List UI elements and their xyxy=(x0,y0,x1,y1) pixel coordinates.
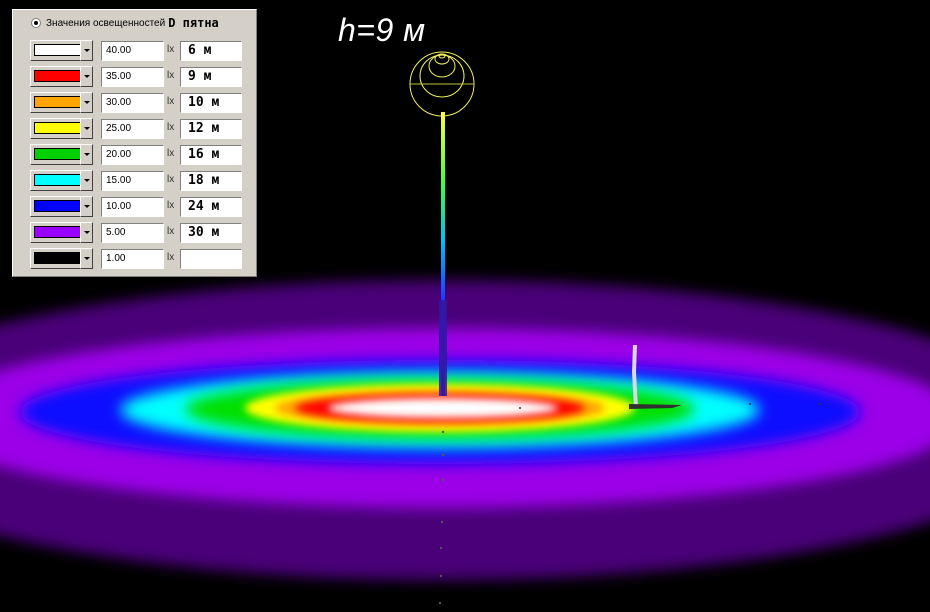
color-dropdown-button[interactable] xyxy=(80,248,93,269)
spot-diameter-field[interactable] xyxy=(180,249,242,269)
color-dropdown-button[interactable] xyxy=(80,118,93,139)
legend-title: Значения освещенностей xyxy=(46,17,166,29)
legend-row: 10.00 lx 24 м xyxy=(13,196,258,218)
spot-diameter-field[interactable]: 6 м xyxy=(180,41,242,61)
legend-row: 15.00 lx 18 м xyxy=(13,170,258,192)
color-dropdown-button[interactable] xyxy=(80,222,93,243)
illuminance-spot xyxy=(0,280,930,580)
lamp-pole xyxy=(439,112,447,396)
dropdown-arrow-icon xyxy=(84,231,90,234)
color-swatch xyxy=(34,174,82,186)
legend-row: 1.00 lx xyxy=(13,248,258,270)
legend-row: 20.00 lx 16 м xyxy=(13,144,258,166)
isoline-40lx xyxy=(328,398,558,418)
unit-label: lx xyxy=(167,200,175,211)
illuminance-value-input[interactable]: 40.00 xyxy=(101,41,164,61)
dropdown-arrow-icon xyxy=(84,257,90,260)
spot-diameter-heading: D пятна xyxy=(168,16,219,30)
illuminance-value-input[interactable]: 35.00 xyxy=(101,67,164,87)
dropdown-arrow-icon xyxy=(84,101,90,104)
illuminance-value-input[interactable]: 15.00 xyxy=(101,171,164,191)
illuminance-value-input[interactable]: 10.00 xyxy=(101,197,164,217)
unit-label: lx xyxy=(167,252,175,263)
color-dropdown-button[interactable] xyxy=(80,66,93,87)
illuminance-radio-button[interactable] xyxy=(31,18,41,28)
color-dropdown-button[interactable] xyxy=(80,196,93,217)
dropdown-arrow-icon xyxy=(84,153,90,156)
legend-row: 25.00 lx 12 м xyxy=(13,118,258,140)
spot-diameter-field[interactable]: 30 м xyxy=(180,223,242,243)
unit-label: lx xyxy=(167,226,175,237)
spot-diameter-field[interactable]: 12 м xyxy=(180,119,242,139)
luminaire-photometric-body xyxy=(409,51,475,117)
unit-label: lx xyxy=(167,44,175,55)
unit-label: lx xyxy=(167,70,175,81)
color-swatch xyxy=(34,226,82,238)
legend-row: 40.00 lx 6 м xyxy=(13,40,258,62)
color-swatch xyxy=(34,70,82,82)
color-dropdown-button[interactable] xyxy=(80,144,93,165)
spot-diameter-field[interactable]: 10 м xyxy=(180,93,242,113)
color-swatch xyxy=(34,44,82,56)
illuminance-value-input[interactable]: 1.00 xyxy=(101,249,164,269)
unit-label: lx xyxy=(167,96,175,107)
unit-label: lx xyxy=(167,174,175,185)
dropdown-arrow-icon xyxy=(84,205,90,208)
color-swatch xyxy=(34,200,82,212)
color-swatch xyxy=(34,96,82,108)
illuminance-value-input[interactable]: 25.00 xyxy=(101,119,164,139)
unit-label: lx xyxy=(167,148,175,159)
color-swatch xyxy=(34,252,82,264)
legend-row: 30.00 lx 10 м xyxy=(13,92,258,114)
color-dropdown-button[interactable] xyxy=(80,170,93,191)
color-dropdown-button[interactable] xyxy=(80,40,93,61)
illuminance-legend-panel: Значения освещенностей D пятна 40.00 lx 6 … xyxy=(12,9,257,277)
color-swatch xyxy=(34,122,82,134)
legend-header[interactable]: Значения освещенностей D пятна xyxy=(31,16,219,30)
illuminance-value-input[interactable]: 5.00 xyxy=(101,223,164,243)
dropdown-arrow-icon xyxy=(84,127,90,130)
spot-diameter-field[interactable]: 24 м xyxy=(180,197,242,217)
dropdown-arrow-icon xyxy=(84,49,90,52)
illuminance-value-input[interactable]: 30.00 xyxy=(101,93,164,113)
unit-label: lx xyxy=(167,122,175,133)
dropdown-arrow-icon xyxy=(84,75,90,78)
spot-diameter-field[interactable]: 18 м xyxy=(180,171,242,191)
illuminance-value-input[interactable]: 20.00 xyxy=(101,145,164,165)
legend-row: 5.00 lx 30 м xyxy=(13,222,258,244)
mounting-height-label: h=9 м xyxy=(338,12,426,48)
legend-row: 35.00 lx 9 м xyxy=(13,66,258,88)
color-swatch xyxy=(34,148,82,160)
dropdown-arrow-icon xyxy=(84,179,90,182)
color-dropdown-button[interactable] xyxy=(80,92,93,113)
spot-diameter-field[interactable]: 9 м xyxy=(180,67,242,87)
spot-diameter-field[interactable]: 16 м xyxy=(180,145,242,165)
